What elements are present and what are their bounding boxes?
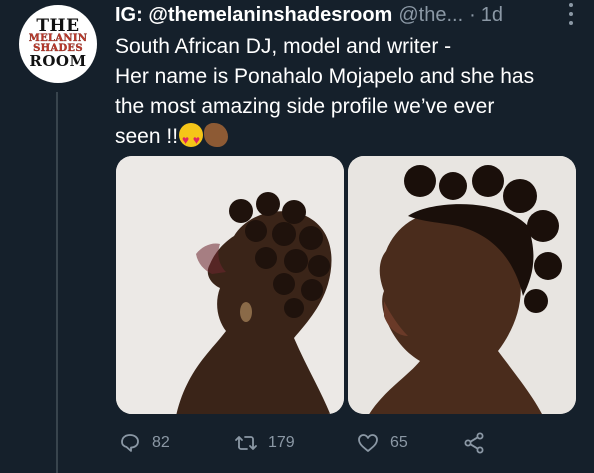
timestamp[interactable]: 1d: [481, 4, 503, 27]
photo-side-profile-right-icon: [348, 156, 576, 414]
share-icon: [464, 432, 484, 454]
user-handle[interactable]: @the...: [398, 4, 463, 27]
thread-line: [56, 92, 58, 473]
like-button[interactable]: 65: [356, 431, 446, 455]
tweet-text-line: South African DJ, model and writer -: [115, 35, 452, 58]
like-count: 65: [390, 434, 408, 451]
display-name[interactable]: IG: @themelaninshadesroom: [115, 4, 392, 27]
clapping-hands-emoji-icon: [204, 123, 229, 147]
retweet-icon: [235, 436, 257, 450]
heart-icon: [358, 434, 378, 452]
more-options-icon[interactable]: [566, 3, 576, 25]
avatar-text-line1: THE: [36, 16, 80, 36]
tweet-actions: 82 179 65: [118, 428, 518, 458]
avatar-text-line4: ROOM: [29, 52, 87, 70]
tweet-text-line: Her name is Ponahalo Mojapelo and she ha…: [115, 65, 535, 88]
reply-icon: [121, 434, 139, 452]
tweet-text-line-last: seen !!: [115, 122, 585, 155]
photo-side-profile-left-icon: [116, 156, 344, 414]
heart-eyes-emoji-icon: [179, 123, 204, 155]
photo-right[interactable]: [348, 156, 576, 414]
photo-left[interactable]: [116, 156, 344, 414]
retweet-button[interactable]: 179: [234, 431, 346, 455]
retweet-count: 179: [268, 434, 295, 451]
reply-button[interactable]: 82: [118, 431, 210, 455]
media-grid: [116, 156, 576, 414]
tweet-text-line: the most amazing side profile we’ve ever: [115, 95, 495, 118]
reply-count: 82: [152, 434, 170, 451]
share-button[interactable]: [462, 431, 496, 455]
tweet-text: South African DJ, model and writer - Her…: [115, 32, 585, 155]
tweet-text-line: seen !!: [115, 125, 179, 148]
separator-dot: ·: [469, 3, 476, 26]
avatar[interactable]: THE MELANIN SHADES ROOM: [19, 5, 97, 83]
tweet-header: IG: @themelaninshadesroom @the... · 1d: [115, 1, 585, 29]
